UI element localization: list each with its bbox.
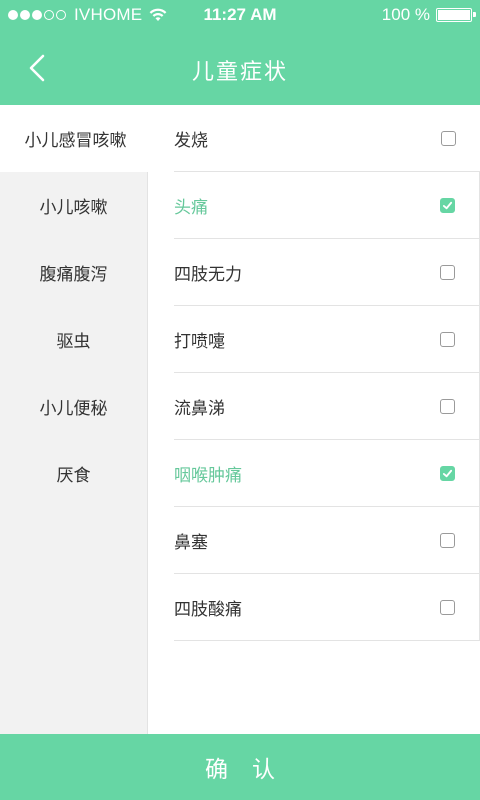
sidebar-item[interactable]: 腹痛腹泻: [0, 239, 147, 306]
sidebar-item-label: 小儿便秘: [39, 399, 108, 419]
sidebar-item[interactable]: 驱虫: [0, 306, 147, 373]
symptom-row[interactable]: 发烧: [174, 105, 480, 172]
symptom-row[interactable]: 打喷嚏: [174, 306, 480, 373]
sidebar-item-label: 驱虫: [56, 332, 91, 352]
sidebar-item[interactable]: 厌食: [0, 440, 147, 507]
checkbox-unchecked[interactable]: [441, 130, 456, 146]
sidebar-item[interactable]: 小儿感冒咳嗽: [0, 105, 151, 172]
symptom-row[interactable]: 咽喉肿痛: [174, 440, 480, 507]
page-title: 儿童症状: [191, 60, 288, 85]
sidebar-item-label: 小儿咳嗽: [39, 198, 108, 218]
nav-bar: 儿童症状: [0, 30, 480, 105]
checkbox-checked[interactable]: [440, 197, 455, 213]
status-bar: IVHOME 11:27 AM 100 %: [0, 0, 480, 30]
checkbox-unchecked[interactable]: [440, 264, 455, 280]
chevron-left-icon: [29, 54, 45, 82]
symptom-label: 咽喉肿痛: [174, 465, 242, 486]
symptom-label: 鼻塞: [174, 532, 208, 553]
symptom-row[interactable]: 头痛: [174, 172, 480, 239]
symptom-row[interactable]: 鼻塞: [174, 507, 480, 574]
checkbox-unchecked[interactable]: [440, 331, 455, 347]
symptom-list: 发烧头痛四肢无力打喷嚏流鼻涕咽喉肿痛鼻塞四肢酸痛: [148, 105, 480, 641]
sidebar-item-label: 腹痛腹泻: [39, 265, 108, 285]
status-right: 100 %: [381, 5, 476, 25]
symptom-label: 四肢无力: [174, 264, 242, 285]
battery-percentage: 100 %: [381, 5, 430, 24]
symptom-row[interactable]: 四肢酸痛: [174, 574, 480, 641]
category-sidebar: 小儿感冒咳嗽 小儿咳嗽腹痛腹泻驱虫小儿便秘厌食: [0, 105, 151, 734]
checkbox-unchecked[interactable]: [440, 398, 455, 414]
sidebar-item[interactable]: 小儿咳嗽: [0, 172, 147, 239]
symptom-label: 流鼻涕: [174, 398, 225, 419]
checkmark-icon: [442, 201, 453, 209]
back-button[interactable]: [20, 50, 56, 86]
checkmark-icon: [442, 469, 453, 477]
checkbox-checked[interactable]: [440, 465, 455, 481]
battery-icon: [436, 8, 476, 22]
symptom-label: 四肢酸痛: [174, 599, 242, 620]
sidebar-item[interactable]: 小儿便秘: [0, 373, 147, 440]
symptom-row[interactable]: 流鼻涕: [174, 373, 480, 440]
checkbox-unchecked[interactable]: [440, 599, 455, 615]
sidebar-item-label: 厌食: [56, 466, 91, 486]
confirm-button[interactable]: 确认: [0, 734, 480, 800]
symptom-label: 打喷嚏: [174, 331, 225, 352]
sidebar-item-label: 小儿感冒咳嗽: [24, 131, 127, 151]
symptom-row[interactable]: 四肢无力: [174, 239, 480, 306]
symptom-label: 发烧: [174, 130, 208, 151]
checkbox-unchecked[interactable]: [440, 532, 455, 548]
symptom-label: 头痛: [174, 197, 208, 218]
